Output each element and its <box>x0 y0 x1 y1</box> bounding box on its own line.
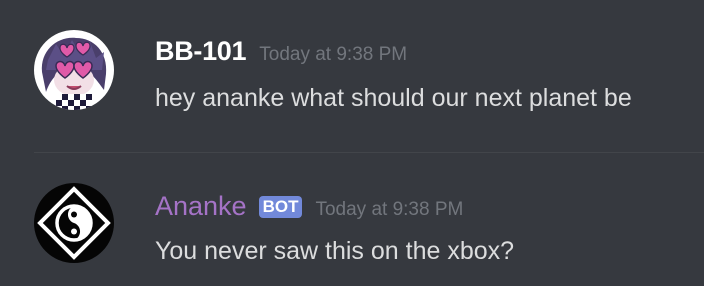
username[interactable]: BB-101 <box>155 36 247 67</box>
username[interactable]: Ananke <box>155 191 247 222</box>
avatar[interactable] <box>34 30 114 110</box>
message-content: You never saw this on the xbox? <box>155 237 515 265</box>
timestamp[interactable]: Today at 9:38 PM <box>315 199 463 221</box>
bot-badge: BOT <box>258 196 303 218</box>
anime-character-avatar-icon <box>34 30 114 110</box>
message-header: Ananke BOT Today at 9:38 PM <box>155 191 463 222</box>
message-bb-101: BB-101 Today at 9:38 PM hey ananke what … <box>0 0 704 152</box>
message-content: hey ananke what should our next planet b… <box>155 84 632 112</box>
message-ananke: Ananke BOT Today at 9:38 PM You never sa… <box>0 153 704 286</box>
chat-messages: BB-101 Today at 9:38 PM hey ananke what … <box>0 0 704 286</box>
message-header: BB-101 Today at 9:38 PM <box>155 36 407 67</box>
avatar[interactable] <box>34 183 114 263</box>
ananke-logo-avatar-icon <box>34 183 114 263</box>
timestamp[interactable]: Today at 9:38 PM <box>259 44 407 66</box>
